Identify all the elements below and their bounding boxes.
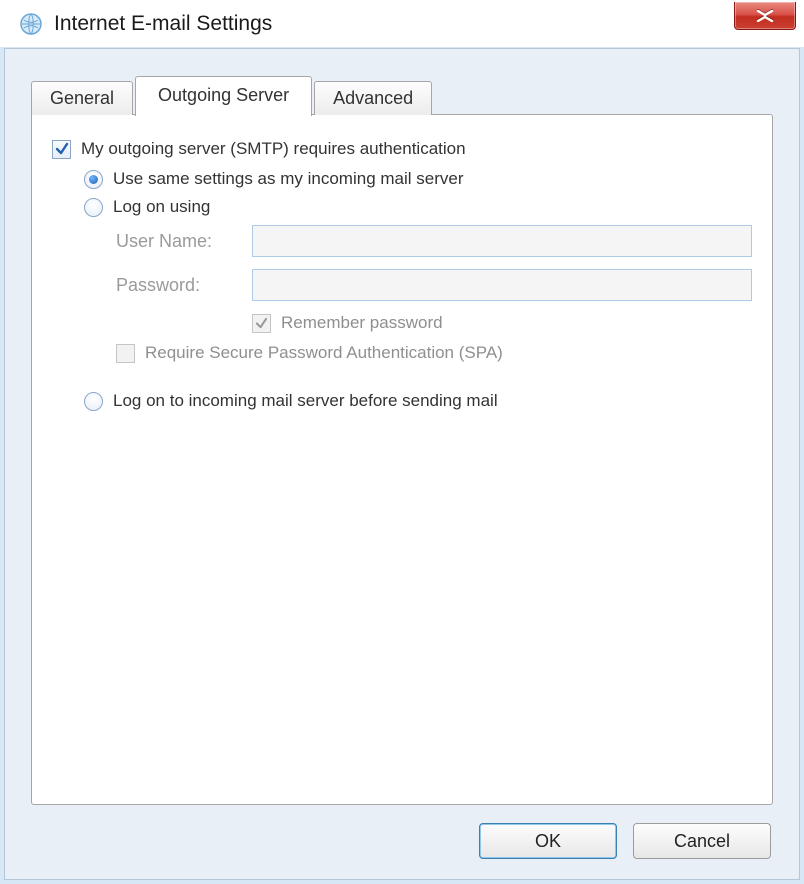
remember-password-checkbox[interactable]: [252, 314, 271, 333]
requires-auth-label: My outgoing server (SMTP) requires authe…: [81, 139, 466, 159]
log-on-using-label: Log on using: [113, 197, 210, 217]
checkmark-icon: [55, 142, 69, 156]
require-spa-checkbox[interactable]: [116, 344, 135, 363]
tab-general[interactable]: General: [31, 81, 133, 115]
ok-button[interactable]: OK: [479, 823, 617, 859]
checkmark-icon: [255, 317, 268, 330]
username-input[interactable]: [252, 225, 752, 257]
tab-outgoing-server[interactable]: Outgoing Server: [135, 76, 312, 116]
window-title: Internet E-mail Settings: [54, 12, 272, 36]
close-button[interactable]: [734, 2, 796, 30]
use-same-settings-label: Use same settings as my incoming mail se…: [113, 169, 464, 189]
tabstrip: General Outgoing Server Advanced: [31, 75, 434, 115]
dialog-body: General Outgoing Server Advanced My outg…: [4, 48, 800, 880]
password-input[interactable]: [252, 269, 752, 301]
password-label: Password:: [116, 275, 252, 296]
dialog-buttons: OK Cancel: [479, 823, 771, 859]
dialog-window: Internet E-mail Settings General Outgoin…: [0, 0, 804, 884]
tab-advanced[interactable]: Advanced: [314, 81, 432, 115]
remember-password-label: Remember password: [281, 313, 443, 333]
close-icon: [754, 10, 776, 22]
globe-mail-icon: [18, 11, 44, 37]
requires-auth-checkbox[interactable]: [52, 140, 71, 159]
log-on-incoming-label: Log on to incoming mail server before se…: [113, 391, 498, 411]
log-on-using-radio[interactable]: [84, 198, 103, 217]
tab-panel-outgoing-server: My outgoing server (SMTP) requires authe…: [31, 114, 773, 805]
log-on-incoming-radio[interactable]: [84, 392, 103, 411]
username-label: User Name:: [116, 231, 252, 252]
use-same-settings-radio[interactable]: [84, 170, 103, 189]
titlebar: Internet E-mail Settings: [0, 0, 804, 48]
cancel-button[interactable]: Cancel: [633, 823, 771, 859]
require-spa-label: Require Secure Password Authentication (…: [145, 343, 503, 363]
